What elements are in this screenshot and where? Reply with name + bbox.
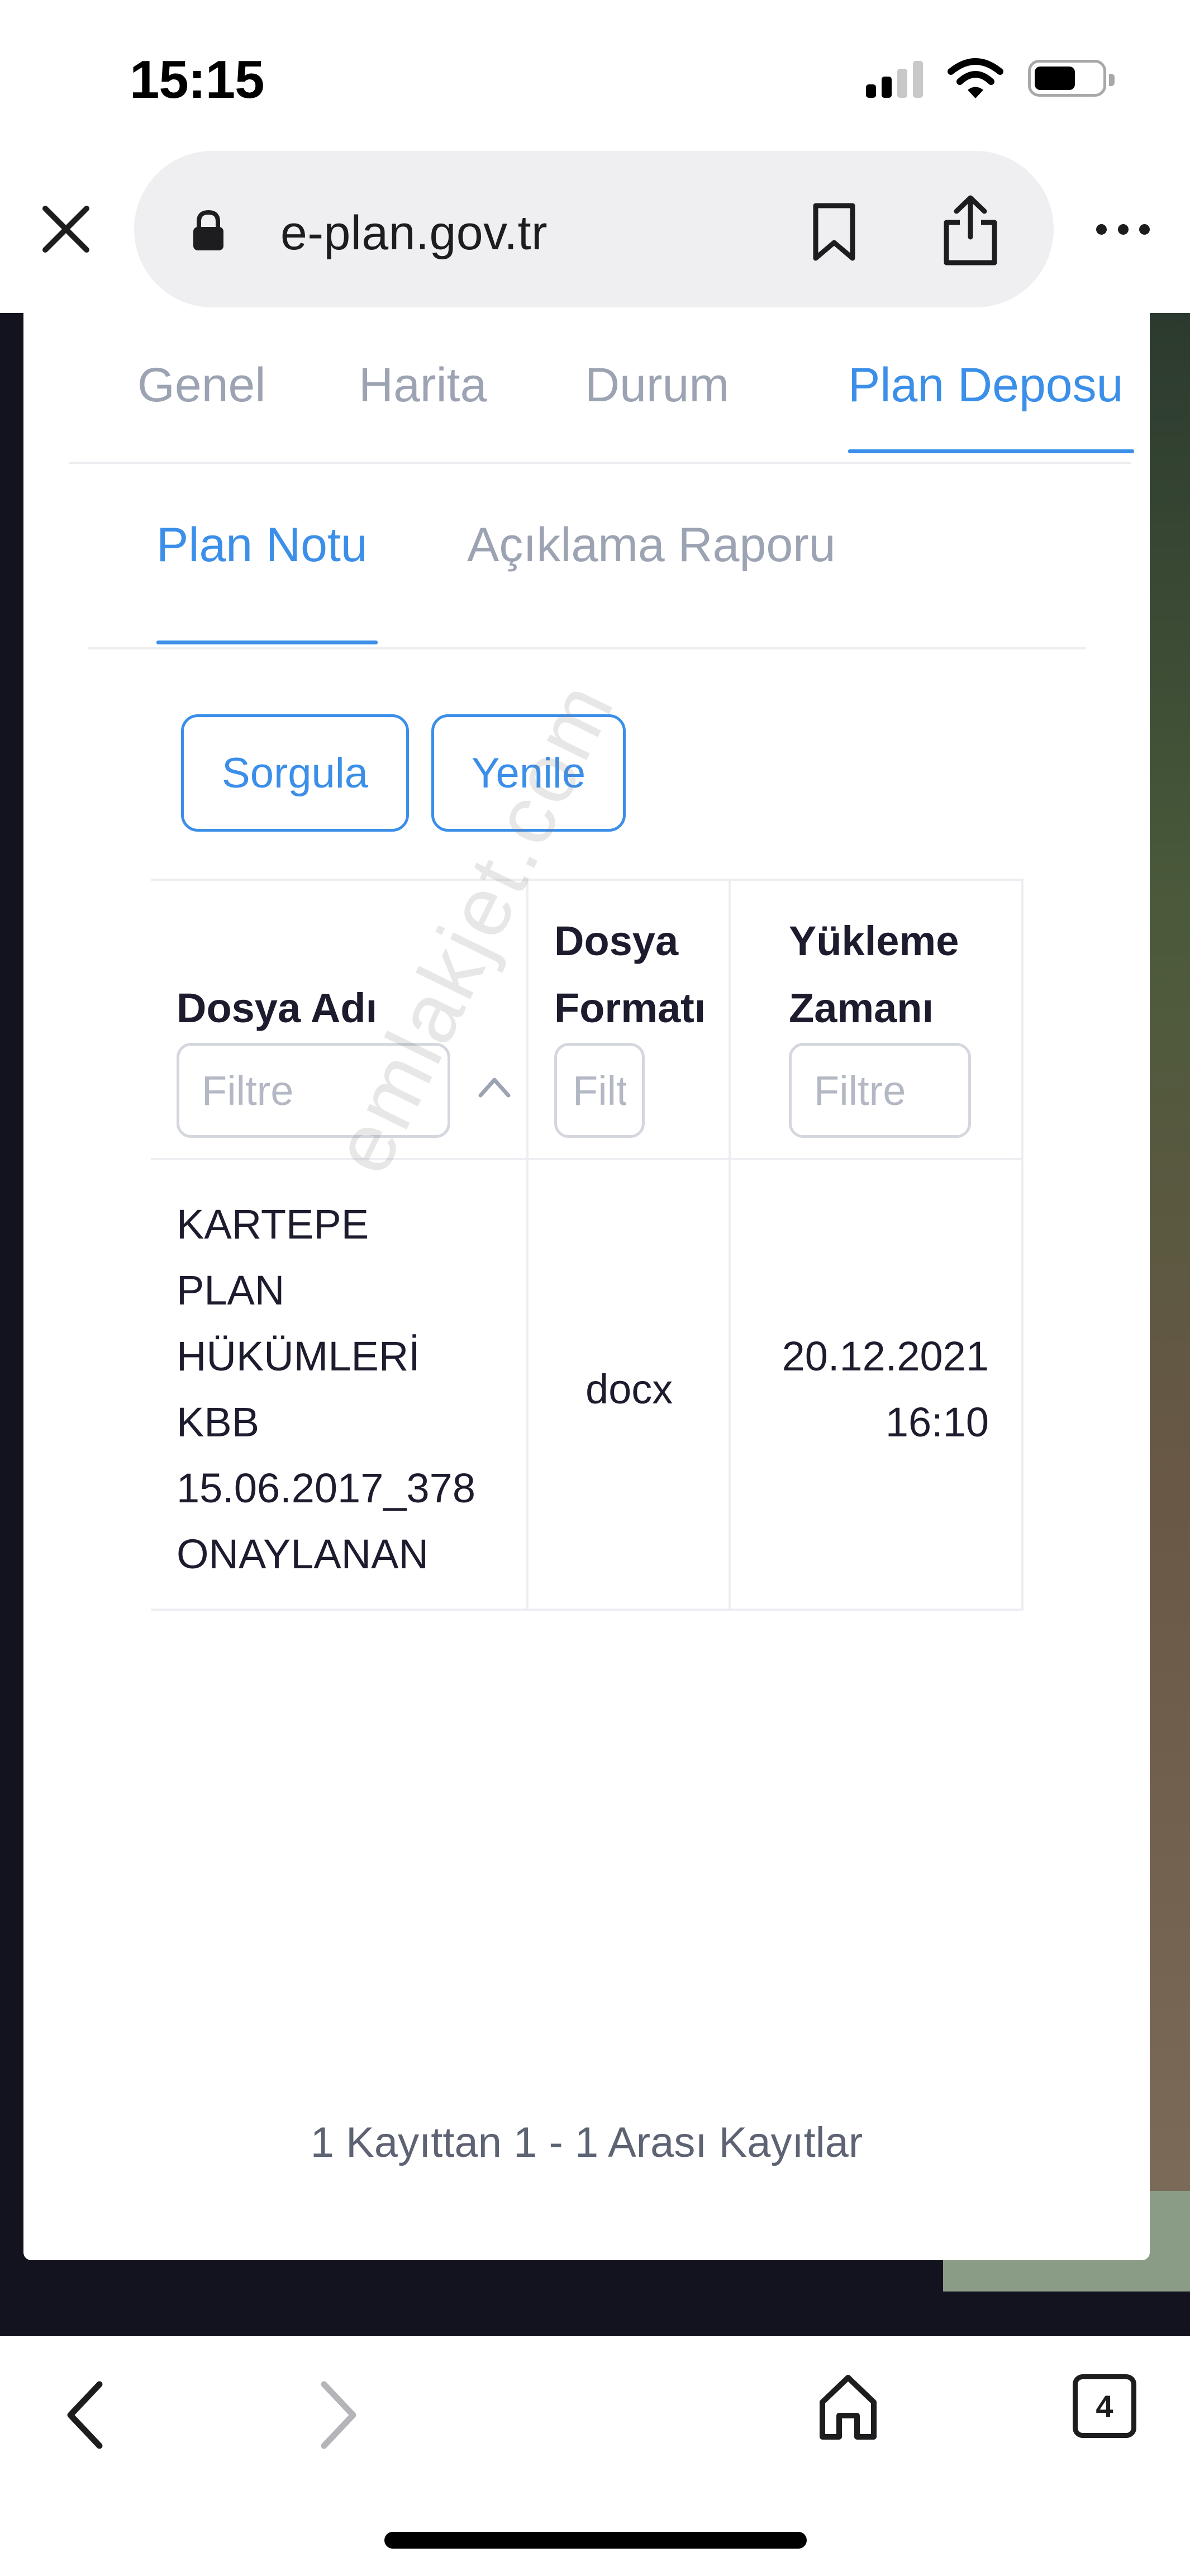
cell-dosya-adi-line: PLAN [177, 1267, 285, 1313]
column-header-yukleme-zamani-line1[interactable]: Yükleme [789, 908, 959, 975]
url-text[interactable]: e-plan.gov.tr [280, 206, 548, 261]
filter-input-dosya-formati[interactable] [554, 1043, 645, 1138]
active-tab-indicator [848, 449, 1134, 453]
tab-durum[interactable]: Durum [585, 358, 729, 413]
home-indicator [384, 2532, 807, 2549]
sort-ascending-icon[interactable] [475, 1073, 514, 1101]
cell-yukleme-tarihi: 20.12.2021 [782, 1333, 989, 1379]
cell-yukleme-saati: 16:10 [885, 1399, 989, 1445]
plan-detail-modal: Genel Harita Durum Plan Deposu Plan Notu… [23, 313, 1150, 2260]
tab-genel[interactable]: Genel [137, 358, 266, 413]
yenile-button[interactable]: Yenile [431, 714, 626, 832]
status-indicators [866, 56, 1115, 101]
home-icon[interactable] [817, 2372, 879, 2442]
cell-dosya-adi-line: KBB [177, 1399, 260, 1445]
tab-plan-notu[interactable]: Plan Notu [156, 518, 368, 573]
battery-level [1035, 67, 1075, 90]
active-subtab-indicator [156, 641, 378, 644]
column-header-dosya-adi[interactable]: Dosya Adı [177, 975, 377, 1042]
table-border-right [1021, 879, 1024, 1611]
tab-harita[interactable]: Harita [359, 358, 487, 413]
address-bar[interactable]: e-plan.gov.tr [134, 151, 1054, 307]
cell-dosya-adi-line: 15.06.2017_378 [177, 1465, 475, 1511]
bookmark-icon[interactable] [810, 201, 858, 263]
cell-dosya-adi-line: HÜKÜMLERİ [177, 1333, 420, 1379]
main-tab-bar: Genel Harita Durum Plan Deposu [69, 313, 1134, 464]
status-bar: 15:15 [0, 0, 1190, 145]
sub-tab-bar: Plan Notu Açıklama Raporu [88, 465, 1086, 649]
forward-arrow-icon[interactable] [316, 2379, 361, 2451]
share-icon[interactable] [940, 193, 1001, 266]
cell-dosya-formati: docx [586, 1366, 673, 1412]
battery-cap [1109, 74, 1115, 86]
tab-aciklama-raporu[interactable]: Açıklama Raporu [467, 518, 836, 573]
back-arrow-icon[interactable] [63, 2379, 107, 2451]
table-border-bottom [151, 1609, 1024, 1611]
cell-dosya-adi-line: KARTEPE [177, 1201, 369, 1247]
column-header-dosya-formati-line2[interactable]: Formatı [554, 975, 706, 1042]
cellular-signal-icon [866, 59, 923, 98]
filter-input-dosya-adi[interactable] [177, 1043, 450, 1138]
table-header-divider [151, 1158, 1024, 1160]
cell-dosya-adi-line: ONAYLANAN [177, 1531, 429, 1577]
browser-address-area: e-plan.gov.tr [0, 145, 1190, 313]
wifi-icon [948, 58, 1003, 98]
tab-count: 4 [1096, 2388, 1113, 2424]
lock-icon [193, 210, 223, 250]
tabs-icon[interactable]: 4 [1073, 2374, 1136, 2438]
more-icon[interactable] [1089, 210, 1156, 249]
close-icon[interactable] [34, 197, 98, 262]
map-background [1150, 313, 1190, 2292]
documents-table: Dosya Adı Dosya Formatı Yükleme Zamanı K… [151, 879, 1024, 1612]
column-header-cell-dosya-formati: Dosya Formatı [529, 879, 729, 1158]
filter-input-yukleme-zamani[interactable] [789, 1043, 971, 1138]
column-header-yukleme-zamani-line2[interactable]: Zamanı [789, 975, 934, 1042]
sorgula-button[interactable]: Sorgula [181, 714, 409, 832]
pagination-info: 1 Kayıttan 1 - 1 Arası Kayıtlar [310, 2119, 863, 2166]
status-time: 15:15 [130, 50, 265, 110]
column-divider [729, 879, 731, 1611]
tab-plan-deposu[interactable]: Plan Deposu [848, 358, 1123, 413]
battery-icon [1028, 60, 1115, 97]
column-header-dosya-formati-line1[interactable]: Dosya [554, 908, 678, 975]
